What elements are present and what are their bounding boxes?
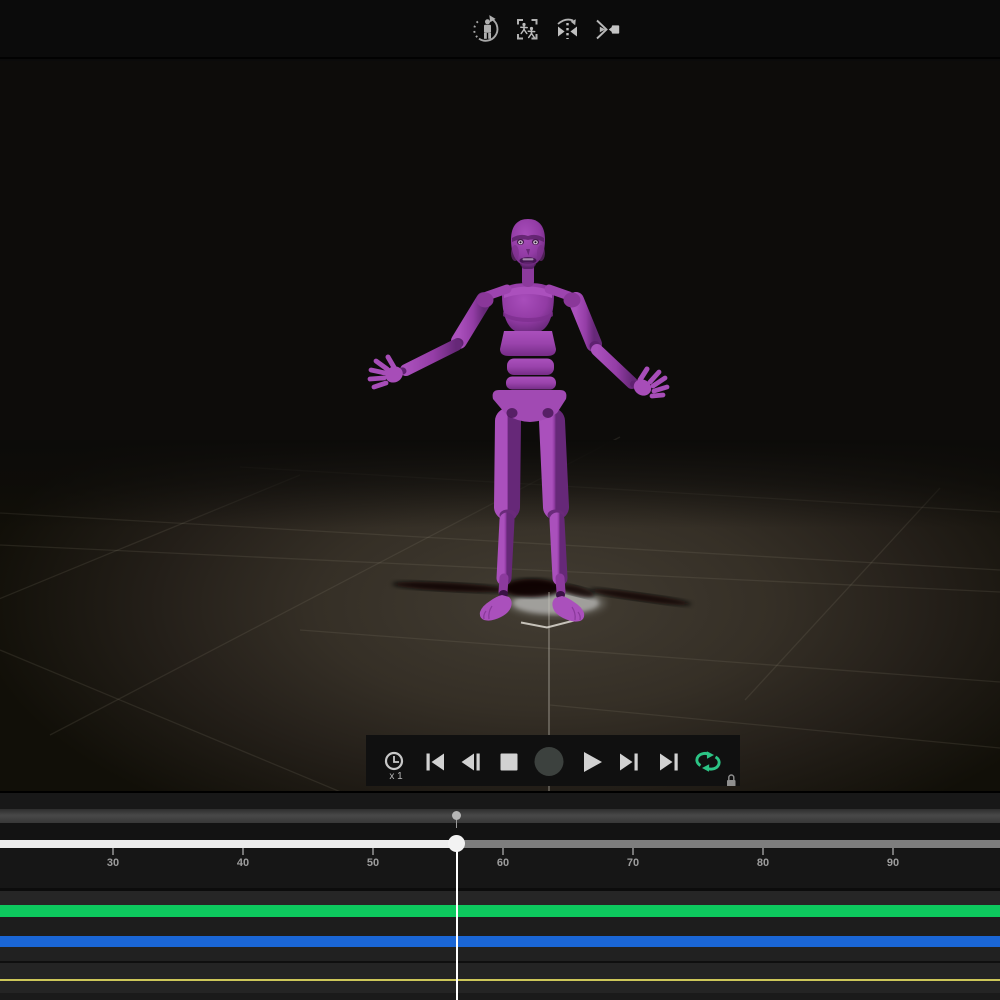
svg-text:x 1: x 1: [389, 771, 403, 782]
